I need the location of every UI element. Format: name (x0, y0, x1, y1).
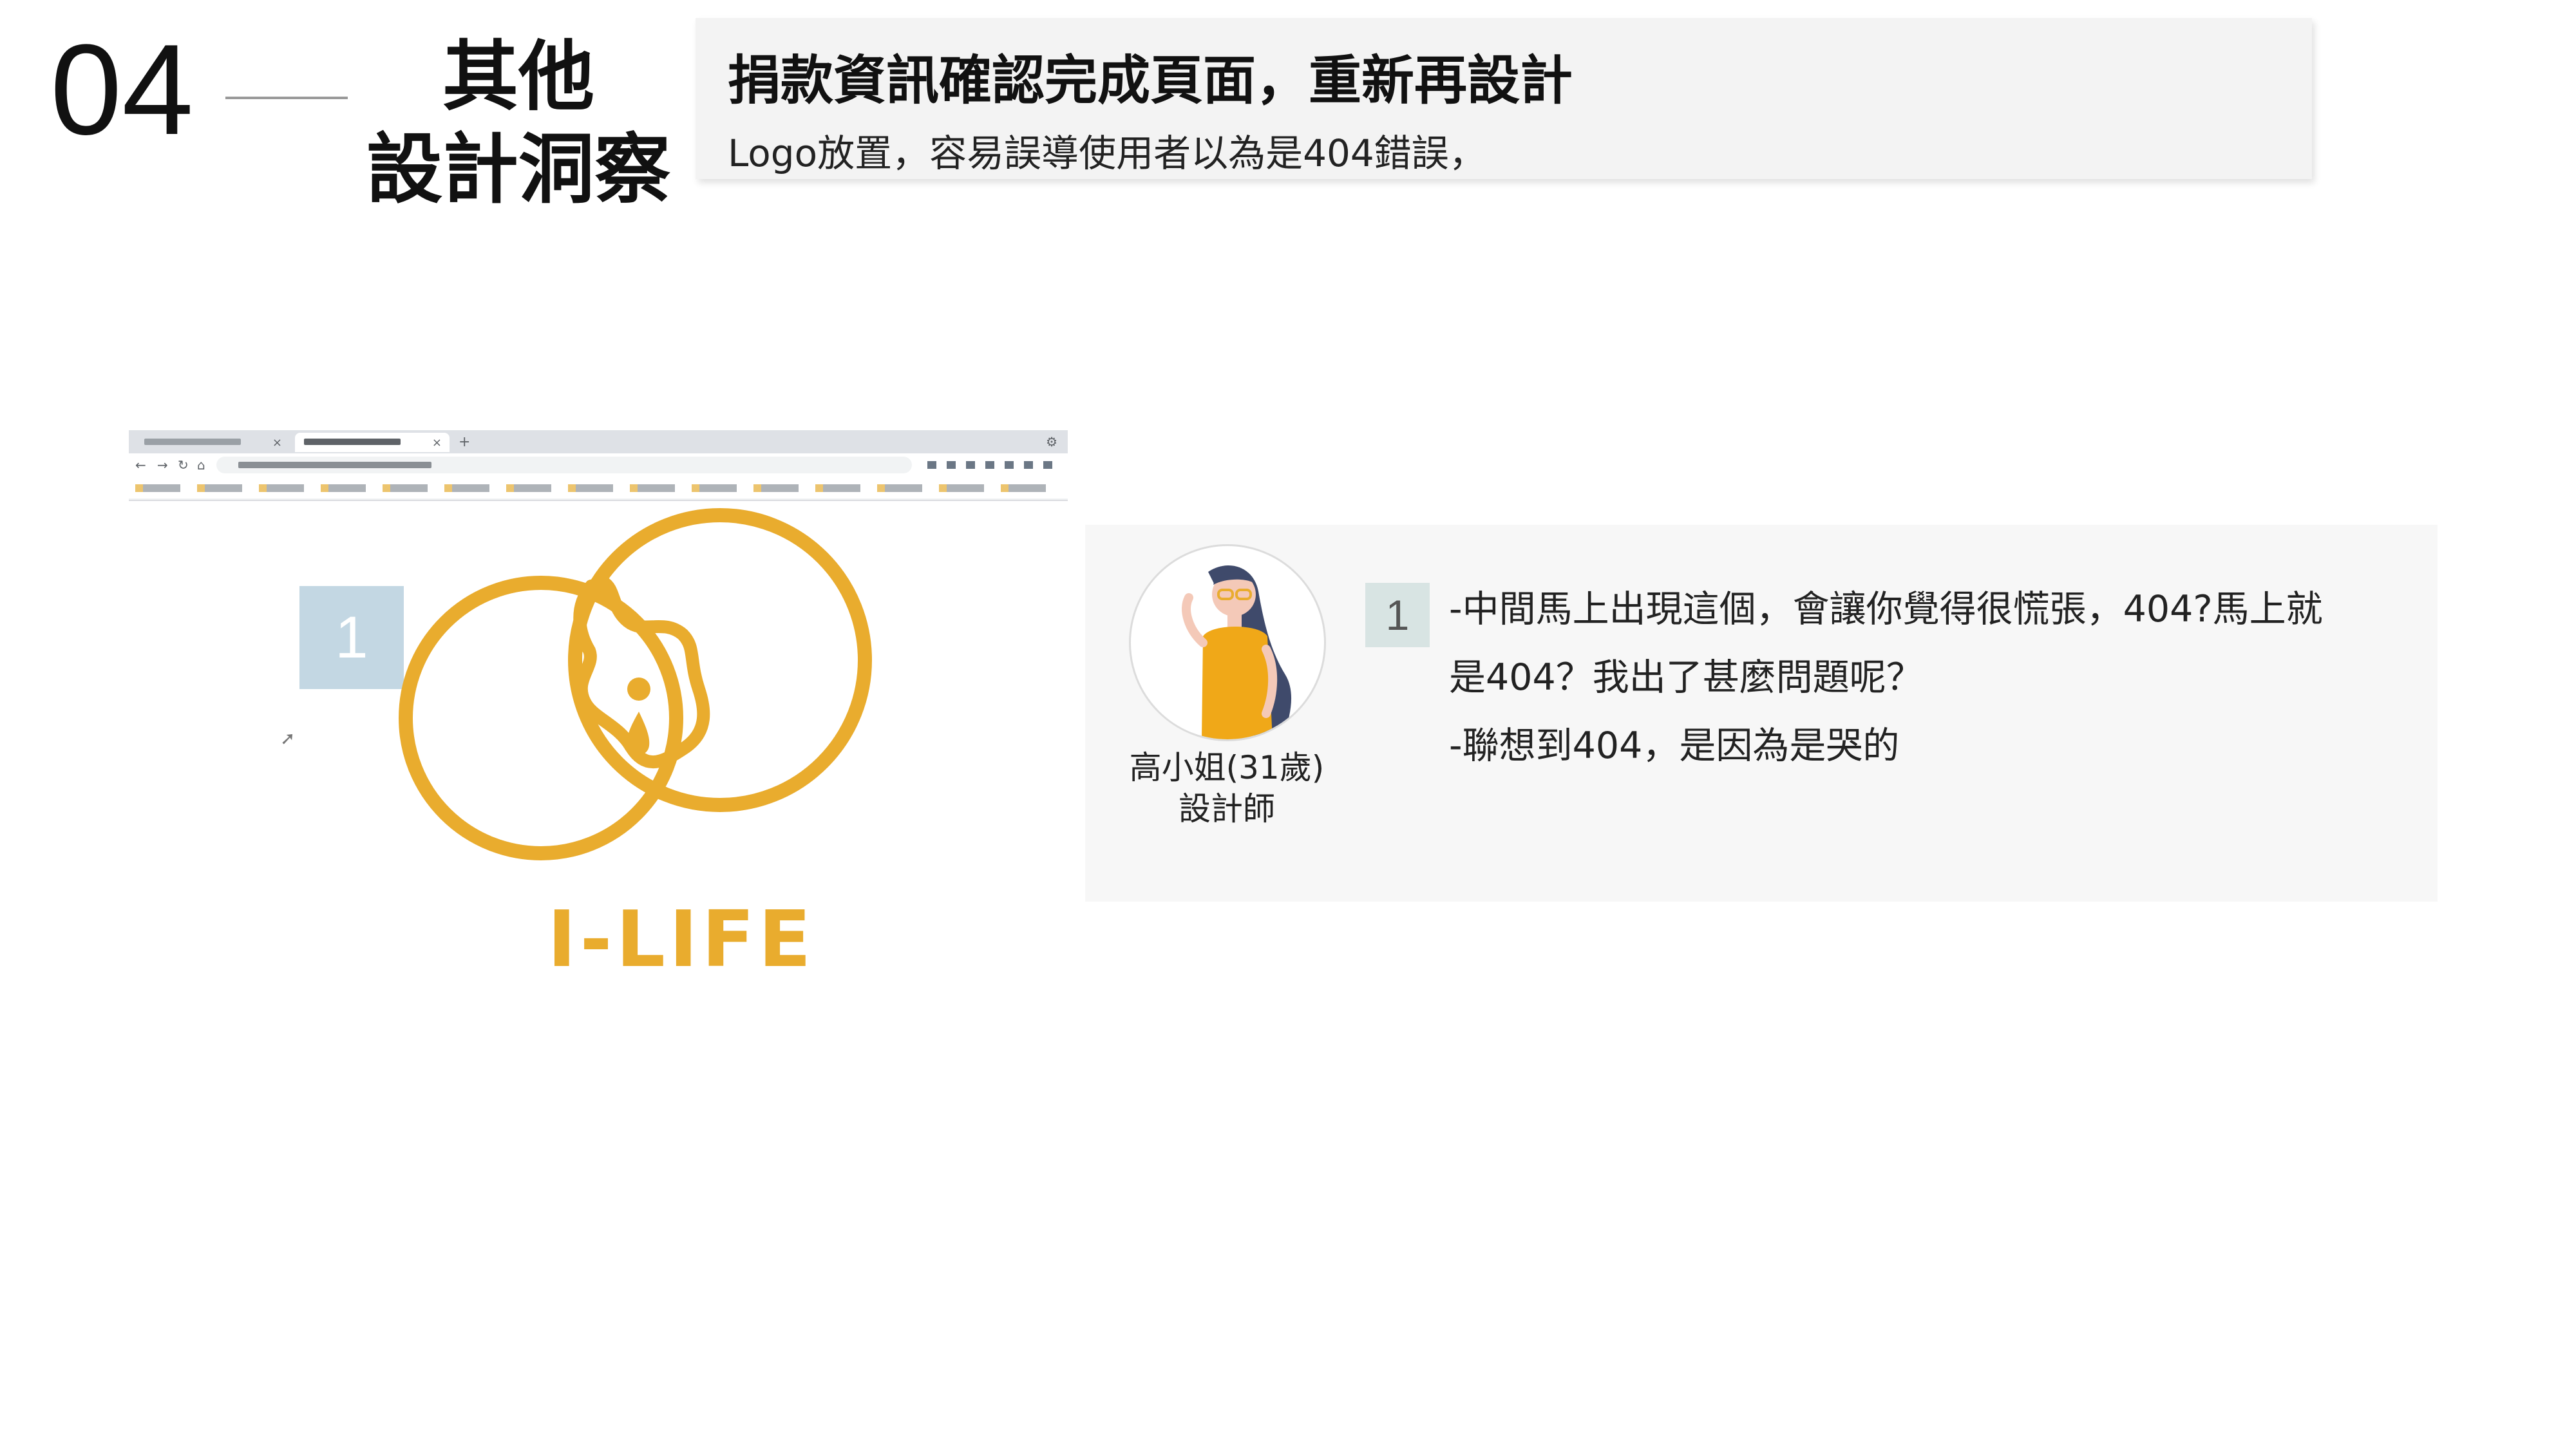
close-icon: × (431, 436, 442, 450)
browser-tab-active: × (295, 433, 450, 452)
browser-navbar: ← → ↻ ⌂ (129, 453, 1068, 477)
header-box: 捐款資訊確認完成頁面，重新再設計 Logo放置，容易誤導使用者以為是404錯誤， (696, 18, 2312, 179)
browser-tabbar: × × + ⚙ (129, 430, 1068, 453)
browser-tab-inactive: × (135, 433, 290, 452)
browser-screenshot: × × + ⚙ ← → ↻ ⌂ (129, 430, 1068, 501)
logo-eye (627, 677, 650, 701)
extension-icons (927, 461, 1056, 469)
close-icon: × (272, 436, 282, 450)
quote-line: 是404？我出了甚麼問題呢？ (1449, 656, 1923, 699)
quote-marker: 1 (1365, 583, 1430, 647)
page-title: 捐款資訊確認完成頁面，重新再設計 (728, 50, 1573, 111)
logo-circle-right (568, 508, 872, 812)
persona-card: 高小姐(31歲) 設計師 1 -中間馬上出現這個，會讓你覺得很慌張，404?馬上… (1085, 525, 2438, 902)
address-bar (216, 457, 912, 473)
bookmarks-bar (129, 477, 1068, 498)
persona-name: 高小姐(31歲) (1129, 749, 1325, 786)
section-title: 其他 設計洞察 (357, 31, 679, 216)
page-description: Logo放置，容易誤導使用者以為是404錯誤， (728, 131, 1486, 175)
new-tab-icon: + (459, 434, 471, 450)
logo-mark (399, 508, 872, 860)
persona-info: 高小姐(31歲) 設計師 (1098, 747, 1356, 829)
back-icon: ← (135, 457, 146, 473)
cursor-icon: ➚ (280, 728, 296, 749)
persona-role: 設計師 (1179, 790, 1275, 828)
section-title-line-2: 設計洞察 (366, 124, 670, 214)
avatar (1129, 544, 1326, 741)
persona-illustration (1182, 565, 1292, 739)
home-icon: ⌂ (197, 457, 205, 473)
quote-line: -聯想到404，是因為是哭的 (1449, 724, 1900, 767)
persona-quote: -中間馬上出現這個，會讓你覺得很慌張，404?馬上就 是404？我出了甚麼問題呢… (1449, 575, 2402, 780)
section-title-line-1: 其他 (442, 32, 594, 121)
logo: I-LIFE (361, 496, 889, 998)
gear-icon: ⚙ (1046, 434, 1057, 450)
forward-icon: → (157, 457, 168, 473)
section-number: 04 (50, 18, 194, 162)
logo-tear (627, 712, 650, 755)
section-divider (225, 97, 348, 99)
reload-icon: ↻ (178, 457, 189, 473)
quote-line: -中間馬上出現這個，會讓你覺得很慌張，404?馬上就 (1449, 588, 2323, 630)
logo-wordmark: I-LIFE (547, 895, 815, 985)
